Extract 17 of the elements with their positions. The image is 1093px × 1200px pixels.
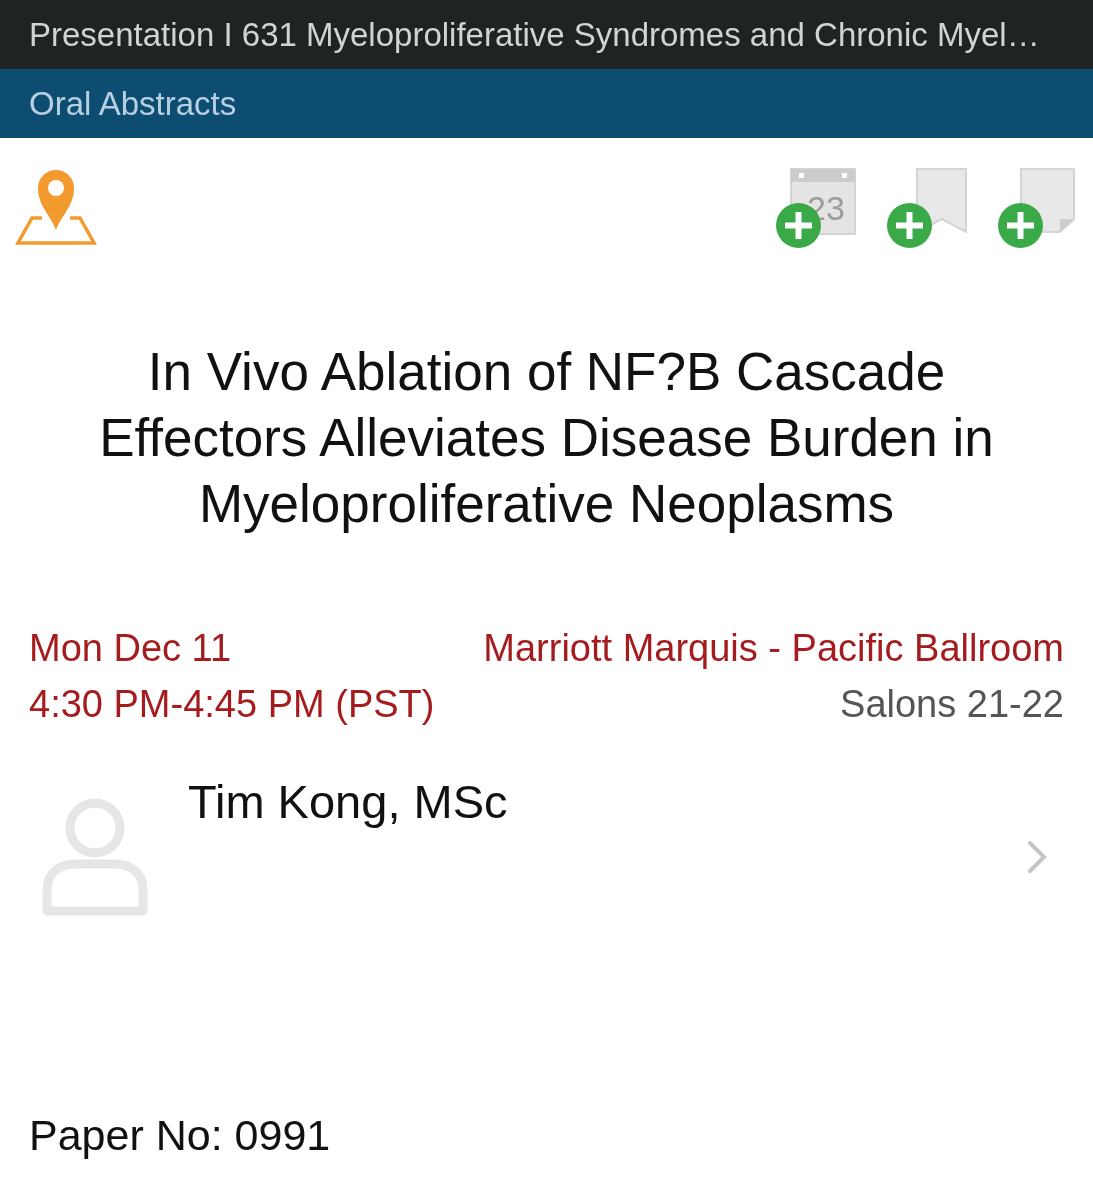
session-time: 4:30 PM-4:45 PM (PST)	[29, 683, 435, 725]
plus-icon	[887, 203, 932, 248]
plus-icon	[998, 203, 1043, 248]
speaker-name[interactable]: Tim Kong, MSc	[188, 776, 508, 828]
add-bookmark-button[interactable]	[887, 168, 967, 248]
person-avatar-icon	[42, 798, 148, 916]
chevron-right-icon[interactable]	[1027, 840, 1047, 874]
session-type-label: Oral Abstracts	[29, 84, 237, 123]
session-date: Mon Dec 11	[29, 627, 232, 669]
header-title: Presentation I 631 Myeloproliferative Syndromes and Chronic Myel…	[29, 15, 1040, 54]
paper-number: Paper No: 0991	[29, 1110, 331, 1160]
add-note-button[interactable]	[998, 168, 1075, 248]
map-location-button[interactable]	[15, 168, 97, 248]
map-pin-icon	[15, 168, 97, 248]
venue-name: Marriott Marquis - Pacific Ballroom	[483, 627, 1064, 669]
abstract-title: In Vivo Ablation of NF?B Cascade Effectors Alleviates Disease Burden in Myeloproliferative Neoplasms	[98, 341, 995, 535]
room-name: Salons 21-22	[840, 683, 1064, 725]
